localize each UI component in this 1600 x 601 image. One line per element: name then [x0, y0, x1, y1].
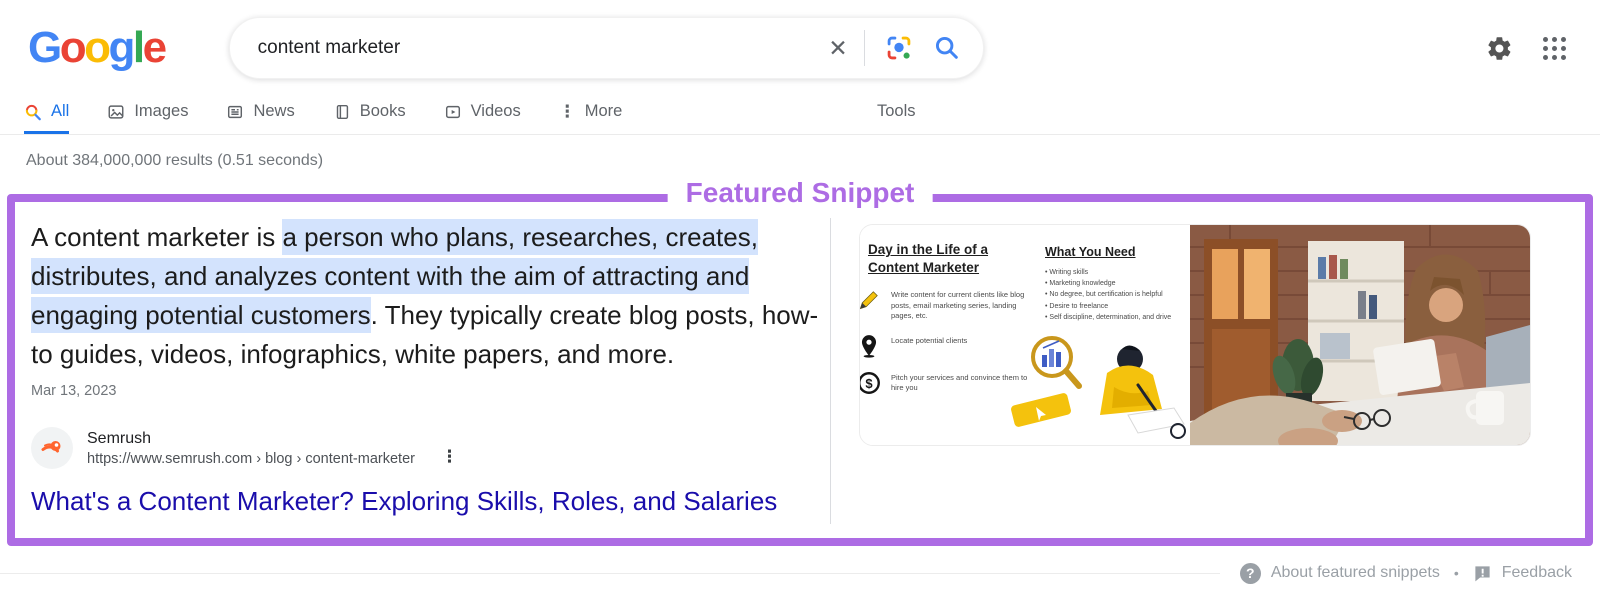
infographic-right-item: Writing skills	[1045, 267, 1185, 278]
search-input[interactable]	[257, 37, 821, 59]
logo-letter: g	[108, 23, 136, 72]
help-question-icon: ?	[1239, 562, 1261, 584]
snippet-date: Mar 13, 2023	[31, 383, 117, 399]
infographic-right-item: No degree, but certification is helpful	[1045, 289, 1185, 300]
infographic-illustration	[1010, 327, 1190, 445]
infographic-item: $ Pitch your services and convince them …	[860, 370, 1035, 396]
search-submit-icon[interactable]	[933, 34, 961, 62]
office-photo-thumbnail[interactable]	[1190, 225, 1530, 445]
tab-label: News	[253, 102, 295, 120]
footer-separator-dot: •	[1453, 565, 1459, 581]
google-logo[interactable]: Google	[28, 23, 167, 72]
feedback-label: Feedback	[1501, 564, 1572, 581]
result-options-kebab-icon[interactable]: ⋮	[441, 447, 458, 469]
logo-letter: G	[28, 23, 62, 72]
infographic-item: Write content for current clients like b…	[860, 287, 1035, 322]
source-breadcrumb: https://www.semrush.com › blog › content…	[87, 450, 415, 467]
snippet-text-plain: A content marketer is	[31, 222, 283, 252]
snippet-description: A content marketer is a person who plans…	[31, 218, 831, 374]
results-stats: About 384,000,000 results (0.51 seconds)	[26, 152, 324, 169]
source-site-name: Semrush	[87, 429, 152, 447]
google-apps-grid-icon[interactable]	[1543, 36, 1566, 60]
tab-all[interactable]: All	[24, 102, 70, 134]
about-featured-snippets-link[interactable]: ? About featured snippets	[1239, 562, 1440, 584]
snippet-footer: ? About featured snippets • Feedback	[0, 560, 1572, 586]
images-icon	[108, 104, 124, 119]
search-bar[interactable]: ✕	[228, 17, 984, 79]
tab-more[interactable]: ⋮ More	[559, 102, 623, 134]
infographic-item: Locate potential clients	[860, 333, 1035, 359]
tab-label: Images	[134, 102, 189, 120]
more-dots-icon: ⋮	[558, 102, 576, 121]
logo-letter: o	[84, 23, 111, 72]
infographic-right-column: What You Need Writing skills Marketing k…	[1045, 245, 1185, 323]
logo-letter: o	[59, 23, 87, 72]
google-lens-icon[interactable]	[885, 34, 913, 62]
featured-snippet-label: Featured Snippet	[667, 177, 933, 209]
featured-snippet-box: A content marketer is a person who plans…	[7, 194, 1593, 546]
logo-letter: l	[132, 23, 145, 72]
snippet-media-column: Day in the Life of a Content Marketer Wr…	[830, 218, 1585, 524]
snippet-text-column: A content marketer is a person who plans…	[15, 202, 830, 538]
infographic-title: Day in the Life of a Content Marketer	[868, 242, 989, 275]
clear-search-icon[interactable]: ✕	[828, 36, 847, 60]
tab-videos[interactable]: Videos	[444, 102, 521, 134]
office-photo-image	[1190, 225, 1530, 445]
infographic-right-title: What You Need	[1045, 245, 1136, 259]
infographic-right-list: Writing skills Marketing knowledge No de…	[1045, 267, 1185, 323]
videos-icon	[445, 105, 460, 118]
feedback-bubble-icon	[1473, 564, 1492, 583]
semrush-favicon	[31, 427, 73, 469]
infographic-right-item: Marketing knowledge	[1045, 278, 1185, 289]
header-actions	[1486, 35, 1566, 62]
result-title-link[interactable]: What's a Content Marketer? Exploring Ski…	[31, 486, 830, 517]
news-icon	[228, 105, 243, 118]
search-tabs-bar: All Images News Books Videos ⋮ More Tool…	[0, 80, 1600, 135]
tab-label: Books	[359, 102, 406, 120]
all-search-icon	[25, 104, 41, 120]
tab-label: More	[584, 102, 623, 120]
tab-news[interactable]: News	[226, 102, 295, 134]
svg-text:$: $	[865, 375, 873, 390]
tab-label: Videos	[470, 102, 521, 120]
snippet-thumbnails: Day in the Life of a Content Marketer Wr…	[859, 224, 1531, 446]
tab-books[interactable]: Books	[333, 102, 406, 134]
books-icon	[336, 104, 348, 119]
infographic-thumbnail[interactable]: Day in the Life of a Content Marketer Wr…	[860, 225, 1190, 445]
search-bar-divider	[863, 30, 865, 66]
infographic-right-item: Self discipline, determination, and driv…	[1045, 312, 1185, 323]
settings-gear-icon[interactable]	[1486, 35, 1513, 62]
source-text-block: Semrush https://www.semrush.com › blog ›…	[87, 430, 415, 467]
tab-images[interactable]: Images	[107, 102, 188, 134]
dollar-icon: $	[860, 370, 882, 396]
tools-button[interactable]: Tools	[877, 102, 916, 121]
feedback-link[interactable]: Feedback	[1473, 564, 1572, 583]
tab-label: All	[51, 102, 70, 120]
about-featured-snippets-label: About featured snippets	[1270, 564, 1440, 581]
infographic-item-text: Locate potential clients	[891, 335, 968, 345]
result-source-row[interactable]: Semrush https://www.semrush.com › blog ›…	[31, 427, 830, 469]
infographic-right-item: Desire to freelance	[1045, 301, 1185, 312]
search-header: Google ✕	[0, 0, 1600, 80]
infographic-item-text: Write content for current clients like b…	[891, 290, 1025, 321]
pencil-icon	[860, 287, 882, 313]
location-pin-icon	[860, 333, 882, 359]
featured-snippet-callout: Featured Snippet A content marketer is a…	[7, 177, 1593, 546]
footer-divider-line	[0, 572, 1220, 574]
logo-letter: e	[142, 23, 167, 72]
